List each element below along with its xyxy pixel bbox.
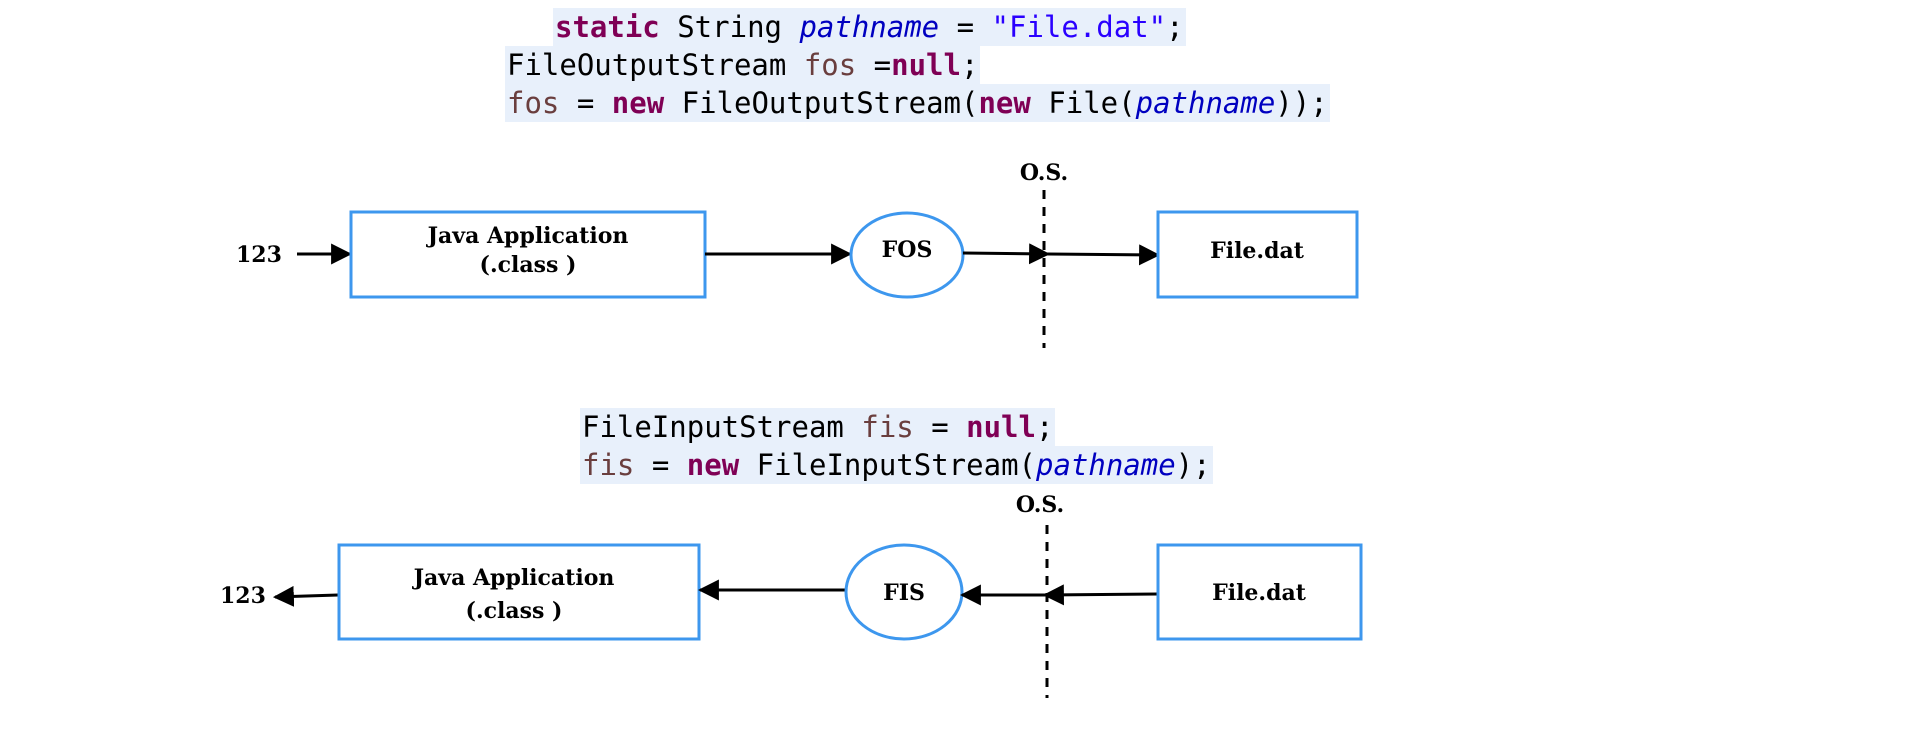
os-label: O.S.	[1020, 160, 1068, 186]
arrow-file-to-os	[1042, 584, 1159, 606]
class-label: (.class )	[480, 252, 577, 278]
stream-diagrams: 123 Java Application (.class ) FOS O.S. …	[220, 160, 1363, 698]
java-application-box	[337, 543, 701, 641]
java-application-label: Java Application	[412, 565, 615, 591]
file-dat-label: File.dat	[1212, 580, 1307, 606]
output-stream-diagram: 123 Java Application (.class ) FOS O.S. …	[236, 160, 1359, 348]
input-value-label: 123	[236, 242, 282, 268]
java-application-label: Java Application	[426, 223, 629, 249]
fis-label: FIS	[883, 580, 925, 606]
class-label: (.class )	[466, 598, 563, 624]
fos-label: FOS	[882, 237, 933, 263]
input-stream-diagram: 123 Java Application (.class ) FIS O.S. …	[220, 492, 1363, 698]
arrow-app-to-output	[272, 585, 339, 607]
file-dat-label: File.dat	[1210, 238, 1305, 264]
arrow-fos-to-os	[962, 243, 1051, 265]
os-label: O.S.	[1016, 492, 1064, 518]
output-value-label: 123	[220, 583, 266, 609]
arrow-os-to-file	[1047, 244, 1161, 266]
